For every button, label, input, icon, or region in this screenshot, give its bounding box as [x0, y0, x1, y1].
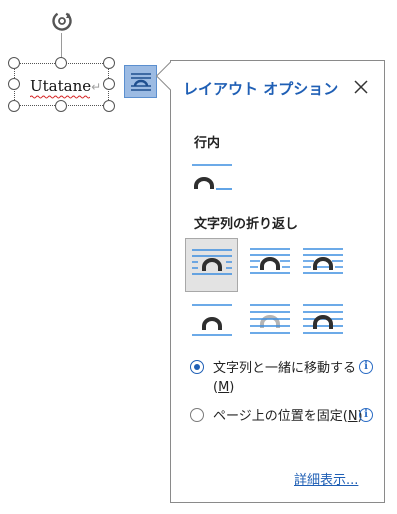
- info-icon[interactable]: i: [359, 408, 373, 422]
- wrap-tight-option[interactable]: [244, 240, 296, 290]
- wrap-in-front-icon: [303, 304, 343, 334]
- move-with-text-radio[interactable]: [190, 360, 204, 374]
- inline-with-text-option[interactable]: [186, 159, 238, 209]
- wrap-through-icon: [303, 248, 343, 274]
- fix-position-accesskey: N: [347, 409, 358, 424]
- wrap-in-front-option[interactable]: [297, 296, 349, 346]
- fix-position-label: ページ上の位置を固定(N): [213, 407, 363, 426]
- text-box-text: Utatane: [30, 77, 92, 95]
- move-with-text-accesskey: M: [218, 380, 230, 395]
- fix-position-label-text: ページ上の位置を固定(: [213, 409, 348, 424]
- move-with-text-label: 文字列と一緒に移動する(M): [213, 359, 363, 397]
- move-with-text-label-close: ): [229, 380, 235, 395]
- rotate-handle-icon[interactable]: [49, 8, 75, 34]
- close-icon[interactable]: [352, 78, 370, 96]
- resize-handle-bottom[interactable]: [55, 100, 67, 112]
- wrap-section-label: 文字列の折り返し: [194, 217, 299, 232]
- layout-options-button[interactable]: [124, 65, 157, 98]
- fix-position-radio[interactable]: [190, 408, 204, 422]
- wrap-square-icon: [192, 249, 232, 275]
- see-more-link[interactable]: 詳細表示...: [294, 469, 358, 488]
- inline-with-text-icon: [192, 164, 232, 190]
- popup-title: レイアウト オプション: [183, 80, 339, 98]
- resize-handle-bottom-left[interactable]: [8, 100, 20, 112]
- resize-handle-bottom-right[interactable]: [103, 100, 115, 112]
- wrap-tight-icon: [250, 248, 290, 274]
- resize-handle-top-left[interactable]: [8, 57, 20, 69]
- wrap-behind-text-option[interactable]: [244, 296, 296, 346]
- wrap-behind-text-icon: [250, 304, 290, 334]
- wrap-square-option[interactable]: [185, 238, 238, 292]
- fix-position-row[interactable]: ページ上の位置を固定(N) i: [190, 407, 380, 447]
- info-icon[interactable]: i: [359, 360, 373, 374]
- wrap-through-option[interactable]: [297, 240, 349, 290]
- resize-handle-top-right[interactable]: [103, 57, 115, 69]
- document-canvas: Utatane↵ レイアウト オプション 行内 文字列の折り返し 文字列と一緒に…: [0, 0, 397, 514]
- move-with-text-row[interactable]: 文字列と一緒に移動する(M) i: [190, 359, 380, 399]
- inline-section-label: 行内: [194, 136, 221, 151]
- move-with-text-label-text: 文字列と一緒に移動する(: [213, 361, 357, 395]
- wrap-top-bottom-option[interactable]: [186, 296, 238, 346]
- resize-handle-top[interactable]: [55, 57, 67, 69]
- layout-options-icon: [130, 72, 151, 91]
- spelling-underline: [30, 95, 90, 99]
- text-box-content[interactable]: Utatane↵: [30, 76, 102, 99]
- resize-handle-left[interactable]: [8, 78, 20, 90]
- resize-handle-right[interactable]: [103, 78, 115, 90]
- paragraph-mark: ↵: [91, 80, 102, 94]
- wrap-top-bottom-icon: [192, 304, 232, 336]
